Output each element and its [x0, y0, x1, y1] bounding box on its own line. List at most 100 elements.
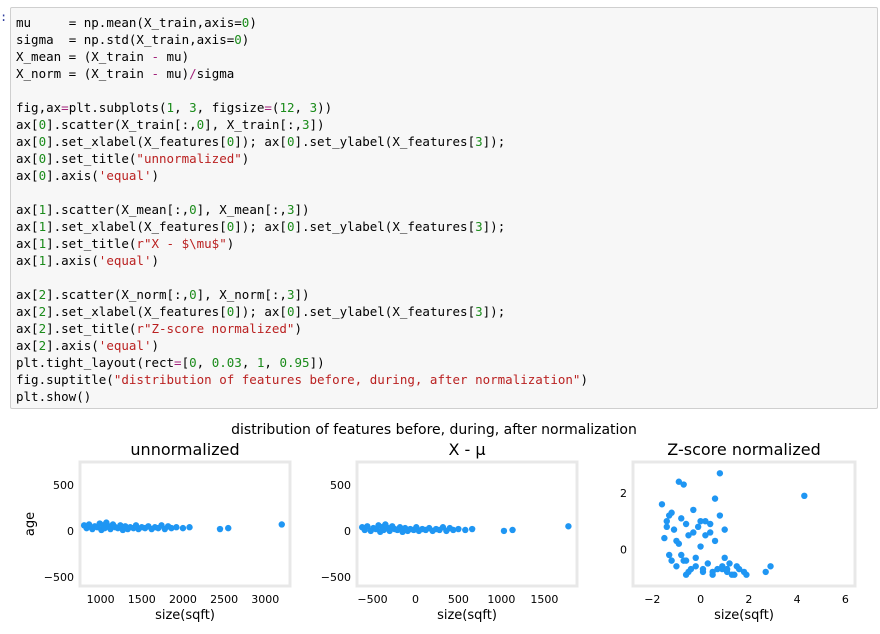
- code-line: fig,ax=plt.subplots(1, 3, figsize=(12, 3…: [16, 100, 333, 115]
- data-point: [767, 563, 774, 570]
- x-tick-label: −2: [644, 593, 660, 606]
- code-line: X_mean = (X_train - mu): [16, 49, 190, 64]
- scatter-panel-2: X - μ size(sqft) −500 0 500 1000 1500 500 0 −500: [321, 440, 579, 623]
- x-tick-label: 6: [842, 593, 849, 606]
- data-point: [455, 525, 462, 533]
- data-point: [500, 527, 508, 535]
- x-axis-label: size(sqft): [155, 608, 215, 623]
- x-tick-label: 2500: [210, 593, 238, 606]
- y-tick-label: 0: [620, 543, 627, 556]
- code-line: ax[0].set_xlabel(X_features[0]); ax[0].s…: [16, 134, 506, 149]
- data-point: [709, 568, 716, 576]
- data-point: [661, 534, 668, 542]
- data-point: [665, 551, 673, 559]
- data-point: [733, 563, 740, 570]
- y-tick-label: 500: [53, 479, 74, 492]
- data-point: [216, 525, 224, 533]
- data-point: [678, 551, 685, 559]
- code-line: ax[2].axis('equal'): [16, 338, 160, 353]
- code-cell[interactable]: mu = np.mean(X_train,axis=0)sigma = np.s…: [10, 7, 878, 409]
- data-point: [186, 524, 193, 531]
- code-line: ax[2].set_xlabel(X_features[0]); ax[0].s…: [16, 304, 506, 319]
- data-point: [682, 520, 690, 528]
- data-point: [743, 571, 750, 578]
- y-tick-label: 0: [344, 525, 351, 538]
- code-line: ax[2].scatter(X_norm[:,0], X_norm[:,3]): [16, 287, 310, 302]
- x-tick-label: −500: [357, 593, 387, 606]
- x-tick-label: 0: [697, 593, 704, 606]
- data-point: [690, 529, 697, 536]
- data-point: [721, 526, 728, 533]
- data-point: [468, 525, 476, 533]
- code-line: ax[1].scatter(X_mean[:,0], X_mean[:,3]): [16, 202, 310, 217]
- code-line: ax[0].axis('equal'): [16, 168, 160, 183]
- x-axis-label: size(sqft): [437, 608, 497, 623]
- code-line: ax[0].set_title("unnormalized"): [16, 151, 250, 166]
- scatter-panel-1: unnormalized size(sqft) 1000 1500 2000 2500 30…: [44, 440, 292, 623]
- data-point: [694, 523, 702, 531]
- code-line: X_norm = (X_train - mu)/sigma: [16, 66, 235, 81]
- cell-prompt: :: [0, 10, 8, 24]
- data-point: [565, 523, 572, 530]
- y-tick-label: 2: [620, 487, 627, 500]
- data-point: [670, 526, 678, 533]
- x-tick-label: 1000: [87, 593, 115, 606]
- data-point: [278, 521, 285, 528]
- code-line: fig.suptitle("distribution of features b…: [16, 372, 588, 387]
- data-point: [726, 560, 733, 567]
- code-line: ax[0].scatter(X_train[:,0], X_train[:,3]…: [16, 117, 325, 132]
- x-tick-label: 4: [794, 593, 801, 606]
- panel-title: Z-score normalized: [667, 440, 820, 459]
- scatter-panel-3: Z-score normalized size(sqft) −2 0 2 4 6 2 0: [620, 440, 857, 623]
- code-editor[interactable]: mu = np.mean(X_train,axis=0)sigma = np.s…: [16, 14, 588, 405]
- data-point: [699, 565, 707, 573]
- data-point: [692, 554, 699, 562]
- data-point: [762, 568, 769, 576]
- data-point: [697, 543, 704, 550]
- data-point: [716, 512, 724, 519]
- data-point: [721, 554, 728, 562]
- x-tick-label: 1500: [530, 593, 558, 606]
- code-line: sigma = np.std(X_train,axis=0): [16, 32, 250, 47]
- data-point: [704, 560, 712, 567]
- data-point: [680, 481, 687, 488]
- data-point: [665, 512, 673, 519]
- x-tick-label: 1000: [487, 593, 515, 606]
- y-tick-label: 0: [67, 525, 74, 538]
- data-point: [716, 470, 724, 477]
- data-point: [663, 523, 670, 531]
- data-point: [728, 571, 736, 578]
- y-tick-label: 500: [330, 479, 351, 492]
- code-line: ax[1].axis('equal'): [16, 253, 160, 268]
- data-point: [697, 517, 704, 525]
- data-point: [682, 557, 690, 564]
- axes-frame: [355, 460, 579, 588]
- data-point: [673, 537, 680, 545]
- code-line: ax[1].set_title(r"X - $\mu$"): [16, 236, 235, 251]
- data-point: [179, 524, 187, 532]
- code-line: ax[1].set_xlabel(X_features[0]); ax[0].s…: [16, 219, 506, 234]
- x-tick-label: 500: [448, 593, 469, 606]
- data-point: [682, 571, 690, 578]
- data-point: [673, 563, 680, 570]
- figure-suptitle: distribution of features before, during,…: [231, 422, 637, 438]
- data-point: [723, 565, 731, 573]
- data-point: [663, 517, 670, 525]
- data-point: [678, 515, 685, 522]
- code-line: plt.show(): [16, 389, 92, 404]
- data-point: [707, 520, 714, 528]
- x-tick-label: 3000: [251, 593, 279, 606]
- code-line: plt.tight_layout(rect=[0, 0.03, 1, 0.95]…: [16, 355, 325, 370]
- code-line: ax[2].set_title(r"Z-score normalized"): [16, 321, 302, 336]
- data-point: [658, 501, 666, 508]
- data-point: [711, 537, 719, 545]
- x-tick-label: 0: [412, 593, 419, 606]
- y-tick-label: −500: [44, 571, 74, 584]
- data-point: [692, 563, 699, 570]
- code-line: mu = np.mean(X_train,axis=0): [16, 15, 257, 30]
- panel-title: unnormalized: [130, 440, 239, 459]
- data-point: [509, 526, 516, 534]
